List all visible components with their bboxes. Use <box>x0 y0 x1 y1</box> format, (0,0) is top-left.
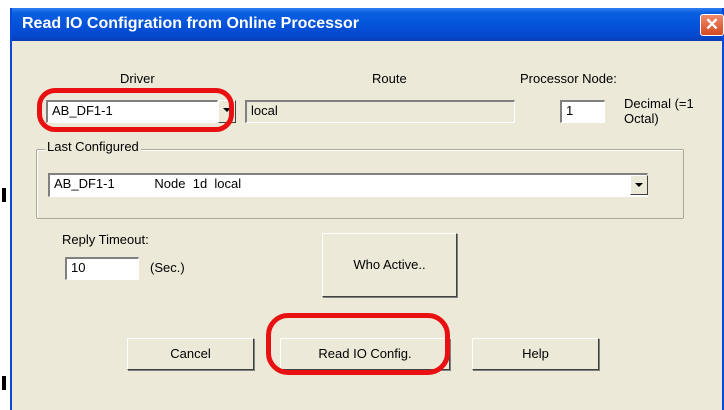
reply-timeout-input[interactable]: 10 <box>65 257 139 280</box>
reply-timeout-unit: (Sec.) <box>150 260 185 275</box>
close-icon: ✕ <box>704 15 720 34</box>
driver-dropdown-button[interactable] <box>218 100 236 123</box>
read-io-dialog: Read IO Configration from Online Process… <box>10 8 724 410</box>
help-button[interactable]: Help <box>472 338 599 370</box>
background <box>0 0 10 410</box>
background-mark <box>2 188 6 202</box>
last-configured-label: Last Configured <box>45 139 141 154</box>
processor-node-label: Processor Node: <box>520 71 617 86</box>
reply-timeout-label: Reply Timeout: <box>62 232 149 247</box>
cancel-button[interactable]: Cancel <box>127 338 254 370</box>
background-mark <box>2 376 6 390</box>
route-field: local <box>245 100 515 123</box>
last-configured-dropdown-button[interactable] <box>630 175 648 195</box>
title-bar[interactable]: Read IO Configration from Online Process… <box>12 8 724 41</box>
read-io-config-button[interactable]: Read IO Config. <box>280 338 450 370</box>
dialog-title: Read IO Configration from Online Process… <box>22 15 359 32</box>
last-configured-select[interactable]: AB_DF1-1 Node 1d local <box>48 173 648 197</box>
driver-label: Driver <box>120 71 155 86</box>
processor-node-input[interactable]: 1 <box>560 100 605 123</box>
route-label: Route <box>372 71 407 86</box>
processor-node-note: Decimal (=1 Octal) <box>624 96 694 126</box>
driver-select[interactable]: AB_DF1-1 <box>46 100 218 123</box>
close-button[interactable]: ✕ <box>700 14 724 36</box>
who-active-button[interactable]: Who Active.. <box>322 233 457 297</box>
